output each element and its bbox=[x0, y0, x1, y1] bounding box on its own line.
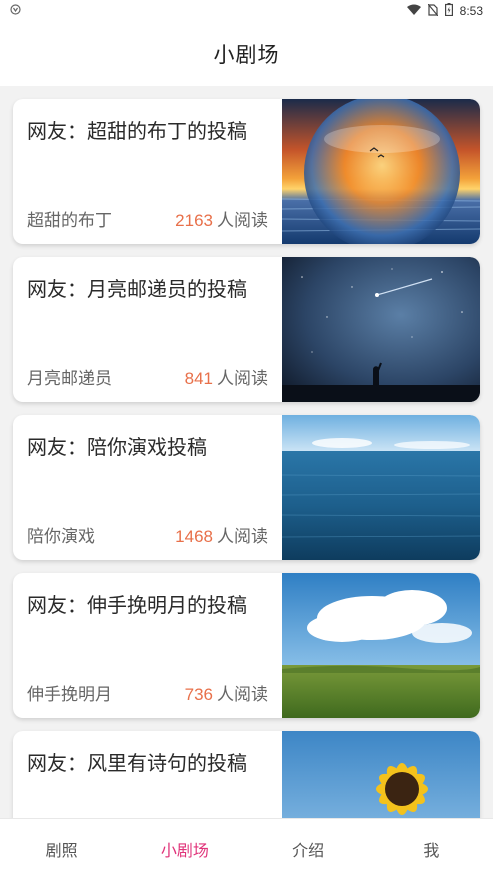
read-count: 1468 bbox=[175, 527, 213, 546]
post-card[interactable]: 网友：陪你演戏投稿 陪你演戏 1468 人阅读 bbox=[13, 415, 480, 560]
read-count: 841 bbox=[184, 369, 213, 388]
wifi-icon bbox=[406, 4, 421, 18]
post-title: 网友：伸手挽明月的投稿 bbox=[27, 593, 247, 617]
post-title: 网友：陪你演戏投稿 bbox=[27, 435, 207, 459]
read-count: 736 bbox=[184, 685, 213, 704]
post-read-stats: 2163 人阅读 bbox=[175, 206, 268, 231]
post-feed[interactable]: 网友：超甜的布丁的投稿 超甜的布丁 2163 人阅读 网友：月亮邮递员的投稿 月… bbox=[0, 86, 493, 818]
post-read-stats: 1468 人阅读 bbox=[175, 522, 268, 547]
post-title: 网友：超甜的布丁的投稿 bbox=[27, 119, 247, 143]
post-author: 伸手挽明月 bbox=[27, 685, 112, 705]
read-label: 人阅读 bbox=[217, 369, 268, 389]
post-thumbnail-ocean[interactable] bbox=[282, 415, 480, 560]
tab-theater[interactable]: 小剧场 bbox=[123, 819, 246, 878]
read-label: 人阅读 bbox=[217, 685, 268, 705]
read-label: 人阅读 bbox=[217, 527, 268, 547]
app-header: 小剧场 bbox=[0, 22, 493, 86]
post-card[interactable]: 网友：超甜的布丁的投稿 超甜的布丁 2163 人阅读 bbox=[13, 99, 480, 244]
tab-me[interactable]: 我 bbox=[370, 819, 493, 878]
page-title: 小剧场 bbox=[213, 43, 280, 67]
post-card[interactable]: 网友：风里有诗句的投稿 bbox=[13, 731, 480, 818]
tab-stills[interactable]: 剧照 bbox=[0, 819, 123, 878]
post-card[interactable]: 网友：月亮邮递员的投稿 月亮邮递员 841 人阅读 bbox=[13, 257, 480, 402]
post-title: 网友：月亮邮递员的投稿 bbox=[27, 277, 247, 301]
post-read-stats: 841 人阅读 bbox=[185, 364, 268, 389]
read-count: 2163 bbox=[175, 211, 213, 230]
app-screen: 8:53 小剧场 网友：超甜的布丁的投稿 超甜的布丁 2163 人阅读 网友：月… bbox=[0, 0, 493, 878]
no-sim-icon bbox=[427, 3, 439, 19]
post-author: 超甜的布丁 bbox=[27, 211, 112, 231]
status-time: 8:53 bbox=[459, 4, 483, 18]
bottom-nav: 剧照 小剧场 介绍 我 bbox=[0, 818, 493, 878]
post-thumbnail-sunflower[interactable] bbox=[282, 731, 480, 818]
post-read-stats: 736 人阅读 bbox=[185, 680, 268, 705]
post-author: 陪你演戏 bbox=[27, 527, 95, 547]
post-author: 月亮邮递员 bbox=[27, 369, 112, 389]
status-bar: 8:53 bbox=[0, 0, 493, 22]
post-thumbnail-grassland[interactable] bbox=[282, 573, 480, 718]
app-notification-icon bbox=[10, 4, 21, 18]
post-card[interactable]: 网友：伸手挽明月的投稿 伸手挽明月 736 人阅读 bbox=[13, 573, 480, 718]
post-title: 网友：风里有诗句的投稿 bbox=[27, 751, 247, 775]
post-thumbnail-night-sky[interactable] bbox=[282, 257, 480, 402]
post-thumbnail-sunset-sphere[interactable] bbox=[282, 99, 480, 244]
tab-intro[interactable]: 介绍 bbox=[247, 819, 370, 878]
battery-icon bbox=[444, 3, 453, 19]
read-label: 人阅读 bbox=[217, 211, 268, 231]
